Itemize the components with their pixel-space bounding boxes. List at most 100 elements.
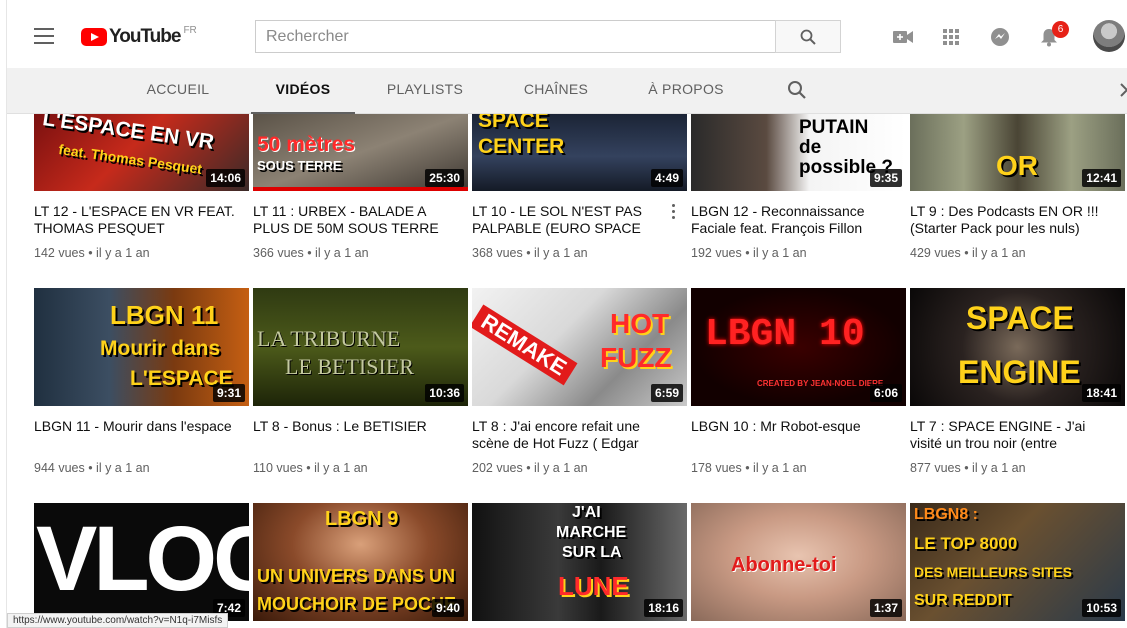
video-card[interactable]: Abonne-toi 1:37	[691, 503, 906, 621]
video-title[interactable]: LBGN 12 - Reconnaissance Faciale feat. F…	[691, 203, 906, 237]
video-card[interactable]: VLOG 7:42	[34, 503, 249, 621]
thumbnail-caption: LBGN 10	[705, 313, 865, 356]
video-thumbnail[interactable]: LA TRIBURNE LE BETISIER 10:36	[253, 288, 468, 406]
youtube-logo[interactable]: YouTube FR	[81, 25, 197, 49]
video-duration: 9:31	[212, 384, 245, 402]
video-meta: 429 vues • il y a 1 an	[910, 246, 1026, 260]
video-meta: 877 vues • il y a 1 an	[910, 461, 1026, 475]
tab-accueil[interactable]: ACCUEIL	[135, 68, 221, 114]
video-title[interactable]: LT 10 - LE SOL N'EST PAS PALPABLE (EURO …	[472, 203, 687, 237]
video-card[interactable]: LBGN 10 CREATED BY JEAN-NOEL DIERE 6:06 …	[691, 288, 906, 475]
video-card[interactable]: J'AI MARCHE SUR LA LUNE 18:16	[472, 503, 687, 621]
thumbnail-caption: OR	[996, 150, 1038, 181]
more-actions-icon[interactable]	[672, 204, 676, 220]
link-status-bar: https://www.youtube.com/watch?v=N1q-i7Mi…	[7, 613, 229, 628]
search-button[interactable]	[775, 20, 841, 53]
video-card[interactable]: LA TRIBURNE LE BETISIER 10:36 LT 8 - Bon…	[253, 288, 468, 475]
video-thumbnail[interactable]: REMAKE HOT FUZZ 6:59	[472, 288, 687, 406]
video-thumbnail[interactable]: SPACE ENGINE 18:41	[910, 288, 1125, 406]
video-thumbnail[interactable]: LBGN 11 Mourir dans L'ESPACE 9:31	[34, 288, 249, 406]
thumbnail-caption: LBGN 9	[325, 508, 399, 530]
masthead: YouTube FR 6	[7, 0, 1127, 68]
thumbnail-caption: VLOG	[36, 508, 249, 610]
video-thumbnail[interactable]: LBGN8 : LE TOP 8000 DES MEILLEURS SITES …	[910, 503, 1125, 621]
video-duration: 12:41	[1082, 169, 1121, 187]
thumbnail-caption: SUR REDDIT	[914, 592, 1012, 609]
avatar[interactable]	[1093, 20, 1125, 52]
video-meta: 142 vues • il y a 1 an	[34, 246, 150, 260]
thumbnail-caption: UN UNIVERS DANS UN	[257, 566, 456, 586]
video-card[interactable]: LBGN8 : LE TOP 8000 DES MEILLEURS SITES …	[910, 503, 1125, 621]
video-thumbnail[interactable]: PUTAIN de possible ? 9:35	[691, 114, 906, 191]
video-title[interactable]: LT 12 - L'ESPACE EN VR FEAT. THOMAS PESQ…	[34, 203, 249, 237]
video-duration: 6:59	[650, 384, 683, 402]
video-title[interactable]: LT 7 : SPACE ENGINE - J'ai visité un tro…	[910, 418, 1125, 452]
video-camera-plus-icon[interactable]	[892, 26, 914, 48]
chevron-right-icon[interactable]	[1120, 83, 1127, 97]
thumbnail-caption: SPACE	[966, 300, 1074, 336]
thumbnail-caption: PUTAIN	[799, 117, 869, 138]
video-duration: 1:37	[869, 599, 902, 617]
video-meta: 178 vues • il y a 1 an	[691, 461, 807, 475]
apps-grid-icon[interactable]	[940, 26, 962, 48]
search-input[interactable]	[256, 21, 776, 52]
tab-chaines[interactable]: CHAÎNES	[512, 68, 600, 114]
channel-search-icon[interactable]	[787, 80, 807, 100]
tab-a-propos[interactable]: À PROPOS	[642, 68, 730, 114]
video-thumbnail[interactable]: L'ESPACE EN VR feat. Thomas Pesquet 14:0…	[34, 114, 249, 191]
notification-badge: 6	[1052, 21, 1069, 38]
video-duration: 9:40	[431, 599, 464, 617]
video-card[interactable]: SPACE ENGINE 18:41 LT 7 : SPACE ENGINE -…	[910, 288, 1125, 475]
video-title[interactable]: LT 11 : URBEX - BALADE A PLUS DE 50M SOU…	[253, 203, 468, 237]
video-duration: 4:49	[650, 169, 683, 187]
video-thumbnail[interactable]: VLOG 7:42	[34, 503, 249, 621]
video-card[interactable]: L'ESPACE EN VR feat. Thomas Pesquet 14:0…	[34, 114, 249, 260]
thumbnail-caption: LBGN8 :	[914, 506, 978, 523]
thumbnail-caption: Abonne-toi	[731, 554, 837, 576]
video-thumbnail[interactable]: SPACE CENTER 4:49	[472, 114, 687, 191]
youtube-play-logo-icon	[81, 28, 107, 46]
thumbnail-caption: CREATED BY JEAN-NOEL DIERE	[757, 379, 884, 388]
hamburger-icon[interactable]	[34, 28, 54, 44]
video-card[interactable]: 50 mètres SOUS TERRE 25:30 LT 11 : URBEX…	[253, 114, 468, 260]
video-card[interactable]: PUTAIN de possible ? 9:35 LBGN 12 - Reco…	[691, 114, 906, 260]
video-meta: 944 vues • il y a 1 an	[34, 461, 150, 475]
search-icon	[800, 29, 816, 45]
video-meta: 366 vues • il y a 1 an	[253, 246, 369, 260]
thumbnail-caption: J'AI	[572, 504, 601, 521]
thumbnail-caption: MOUCHOIR DE POCHE	[257, 594, 457, 614]
thumbnail-caption: CENTER	[478, 135, 565, 158]
video-title[interactable]: LBGN 11 - Mourir dans l'espace	[34, 418, 249, 452]
video-meta: 202 vues • il y a 1 an	[472, 461, 588, 475]
youtube-channel-page: YouTube FR 6 ACCUEIL VIDÉOS PLAYLISTS CH…	[0, 0, 1127, 628]
video-title[interactable]: LT 8 : J'ai encore refait une scène de H…	[472, 418, 687, 452]
thumbnail-caption: DES MEILLEURS SITES	[914, 564, 1072, 580]
thumbnail-caption: LE BETISIER	[285, 354, 414, 379]
video-title[interactable]: LT 8 - Bonus : Le BETISIER	[253, 418, 468, 452]
video-thumbnail[interactable]: J'AI MARCHE SUR LA LUNE 18:16	[472, 503, 687, 621]
video-thumbnail[interactable]: 50 mètres SOUS TERRE 25:30	[253, 114, 468, 191]
messages-icon[interactable]	[989, 26, 1011, 48]
thumbnail-caption: SOUS TERRE	[257, 158, 342, 173]
thumbnail-caption: 50 mètres	[257, 133, 356, 156]
watch-progress-bar	[253, 187, 468, 191]
video-title[interactable]: LBGN 10 : Mr Robot-esque	[691, 418, 906, 452]
tab-playlists[interactable]: PLAYLISTS	[379, 68, 471, 114]
thumbnail-caption: SUR LA	[562, 544, 622, 561]
video-thumbnail[interactable]: LBGN 10 CREATED BY JEAN-NOEL DIERE 6:06	[691, 288, 906, 406]
video-card[interactable]: REMAKE HOT FUZZ 6:59 LT 8 : J'ai encore …	[472, 288, 687, 475]
video-title[interactable]: LT 9 : Des Podcasts EN OR !!! (Starter P…	[910, 203, 1125, 237]
video-thumbnail[interactable]: OR 12:41	[910, 114, 1125, 191]
thumbnail-caption: REMAKE	[472, 304, 578, 386]
video-card[interactable]: LBGN 11 Mourir dans L'ESPACE 9:31 LBGN 1…	[34, 288, 249, 475]
video-card[interactable]: LBGN 9 UN UNIVERS DANS UN MOUCHOIR DE PO…	[253, 503, 468, 621]
video-duration: 10:36	[425, 384, 464, 402]
video-card[interactable]: SPACE CENTER 4:49 LT 10 - LE SOL N'EST P…	[472, 114, 687, 260]
video-card[interactable]: OR 12:41 LT 9 : Des Podcasts EN OR !!! (…	[910, 114, 1125, 260]
thumbnail-caption: LBGN 11	[110, 300, 219, 330]
video-thumbnail[interactable]: Abonne-toi 1:37	[691, 503, 906, 621]
video-duration: 18:16	[644, 599, 683, 617]
tab-videos[interactable]: VIDÉOS	[251, 68, 355, 114]
video-thumbnail[interactable]: LBGN 9 UN UNIVERS DANS UN MOUCHOIR DE PO…	[253, 503, 468, 621]
thumbnail-caption: FUZZ	[600, 342, 672, 373]
